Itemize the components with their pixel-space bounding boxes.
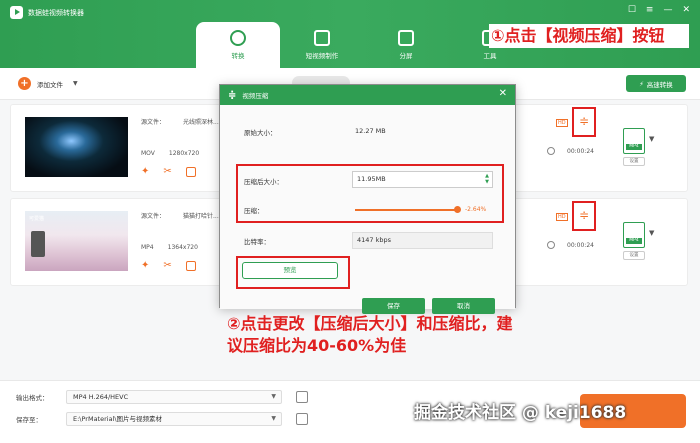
dialog-header: ≑ 视频压缩 ✕ xyxy=(220,85,515,105)
row-actions: ✦ ✂ xyxy=(141,261,196,271)
clock-icon xyxy=(547,241,555,249)
cancel-button[interactable]: 取消 xyxy=(432,298,495,314)
file-resolution: 1364x720 xyxy=(167,244,198,251)
dialog-title: 视频压缩 xyxy=(242,92,269,100)
original-size-value: 12.27 MB xyxy=(355,127,386,135)
hd-badge: HD xyxy=(556,119,568,127)
add-file-label: 添加文件 xyxy=(37,80,63,89)
format-settings-icon[interactable] xyxy=(296,391,308,403)
watermark: 掘金技术社区 @ keji1688 xyxy=(414,403,627,423)
output-format-label: 输出格式： xyxy=(16,394,49,402)
source-label: 源文件： xyxy=(141,213,166,220)
file-meta: MP4 1364x720 xyxy=(141,244,198,251)
stepper-icon[interactable]: ▲ ▼ xyxy=(485,173,489,185)
compression-ratio-label: 压缩： xyxy=(244,207,264,215)
annotation-step-1: ①点击【视频压缩】按钮 xyxy=(489,24,689,48)
output-format-label: MP4 xyxy=(626,144,642,150)
chevron-down-icon[interactable]: ▼ xyxy=(73,80,78,87)
app-title: 数据蛙视频转换器 xyxy=(28,9,84,17)
fast-convert-label: 高速转换 xyxy=(646,80,673,89)
settings-button[interactable]: 设置 xyxy=(623,251,645,260)
save-button[interactable]: 保存 xyxy=(362,298,425,314)
bitrate-label: 比特率： xyxy=(244,238,270,246)
compress-dialog: ≑ 视频压缩 ✕ 原始大小： 12.27 MB 压缩后大小： 11.95MB ▲… xyxy=(219,84,516,314)
plus-icon: + xyxy=(18,77,31,90)
main-tabs: 转换 短视频制作 分屏 工具 xyxy=(196,22,532,68)
annotation-step-2: ②点击更改【压缩后大小】和压缩比，建议压缩比为40-60%为佳 xyxy=(227,314,513,355)
compressed-size-label: 压缩后大小： xyxy=(244,178,283,186)
add-file-button[interactable]: + 添加文件 ▼ xyxy=(18,77,78,90)
compress-icon: ≑ xyxy=(228,89,237,101)
compression-slider-track[interactable] xyxy=(355,209,457,211)
enhance-icon[interactable]: ✦ xyxy=(141,261,149,271)
video-thumbnail[interactable] xyxy=(25,117,128,177)
file-meta: MOV 1280x720 xyxy=(141,150,199,157)
menu-icon[interactable]: ≡ xyxy=(646,5,654,15)
chevron-down-icon[interactable]: ▼ xyxy=(649,229,654,237)
scissors-icon[interactable]: ✂ xyxy=(163,261,171,271)
scissors-icon[interactable]: ✂ xyxy=(163,167,171,177)
save-path-label: 保存至： xyxy=(16,416,42,424)
video-thumbnail[interactable]: 可爱猫 xyxy=(25,211,128,271)
window-controls: ☐ ≡ — ✕ xyxy=(628,5,690,15)
duration: 00:00:24 xyxy=(567,242,594,249)
output-format-icon[interactable]: MP4 xyxy=(623,222,645,248)
row-actions: ✦ ✂ xyxy=(141,167,196,177)
enhance-icon[interactable]: ✦ xyxy=(141,167,149,177)
original-size-label: 原始大小： xyxy=(244,129,277,137)
output-format-select[interactable]: MP4 H.264/HEVC xyxy=(66,390,282,404)
output-format-label: MP4 xyxy=(626,238,642,244)
compression-ratio-value: -2.64% xyxy=(465,206,487,213)
file-format: MOV xyxy=(141,150,155,157)
preview-button[interactable]: 预览 xyxy=(242,262,338,279)
tab-label: 工具 xyxy=(483,52,497,60)
tab-short-video[interactable]: 短视频制作 xyxy=(280,22,364,68)
compressed-size-input[interactable]: 11.95MB ▲ ▼ xyxy=(352,171,493,188)
compress-button[interactable]: ≑ xyxy=(572,107,596,137)
minimize-icon[interactable]: — xyxy=(663,5,672,15)
split-screen-icon xyxy=(398,30,414,46)
lightning-icon: ⚡ xyxy=(639,79,644,88)
close-icon[interactable]: ✕ xyxy=(499,88,507,99)
clock-icon xyxy=(547,147,555,155)
save-path-select[interactable]: E:\PrMaterial\图片与视频素材 xyxy=(66,412,282,426)
tab-label: 分屏 xyxy=(399,52,413,60)
tab-label: 短视频制作 xyxy=(305,52,339,60)
tab-convert[interactable]: 转换 xyxy=(196,22,280,68)
bitrate-value: 4147 kbps xyxy=(352,232,493,249)
compress-button[interactable]: ≑ xyxy=(572,201,596,231)
compressed-size-value: 11.95MB xyxy=(357,175,386,183)
source-filename: 光线照深林... xyxy=(183,119,219,126)
file-resolution: 1280x720 xyxy=(168,150,200,157)
duration: 00:00:24 xyxy=(567,148,594,155)
tab-split-screen[interactable]: 分屏 xyxy=(364,22,448,68)
folder-icon[interactable] xyxy=(296,413,308,425)
file-format: MP4 xyxy=(141,244,154,251)
hd-badge: HD xyxy=(556,213,568,221)
thumbnail-label: 可爱猫 xyxy=(29,216,45,222)
close-icon[interactable]: ✕ xyxy=(682,5,690,15)
tab-label: 转换 xyxy=(231,52,245,60)
convert-icon xyxy=(230,30,246,46)
source-label: 源文件： xyxy=(141,119,166,126)
edit-icon[interactable] xyxy=(185,261,196,271)
output-format-icon[interactable]: MP4 xyxy=(623,128,645,154)
source-filename: 猫猫打哈针... xyxy=(183,213,219,220)
edit-icon[interactable] xyxy=(185,167,196,177)
app-logo-icon xyxy=(10,6,23,19)
chevron-down-icon[interactable]: ▼ xyxy=(649,135,654,143)
feedback-icon[interactable]: ☐ xyxy=(628,5,636,15)
fast-convert-button[interactable]: ⚡ 高速转换 xyxy=(626,75,686,92)
image-icon xyxy=(314,30,330,46)
dialog-body: 原始大小： 12.27 MB 压缩后大小： 11.95MB ▲ ▼ 压缩： -2.… xyxy=(220,105,515,314)
compression-slider-handle[interactable] xyxy=(453,206,461,213)
settings-button[interactable]: 设置 xyxy=(623,157,645,166)
